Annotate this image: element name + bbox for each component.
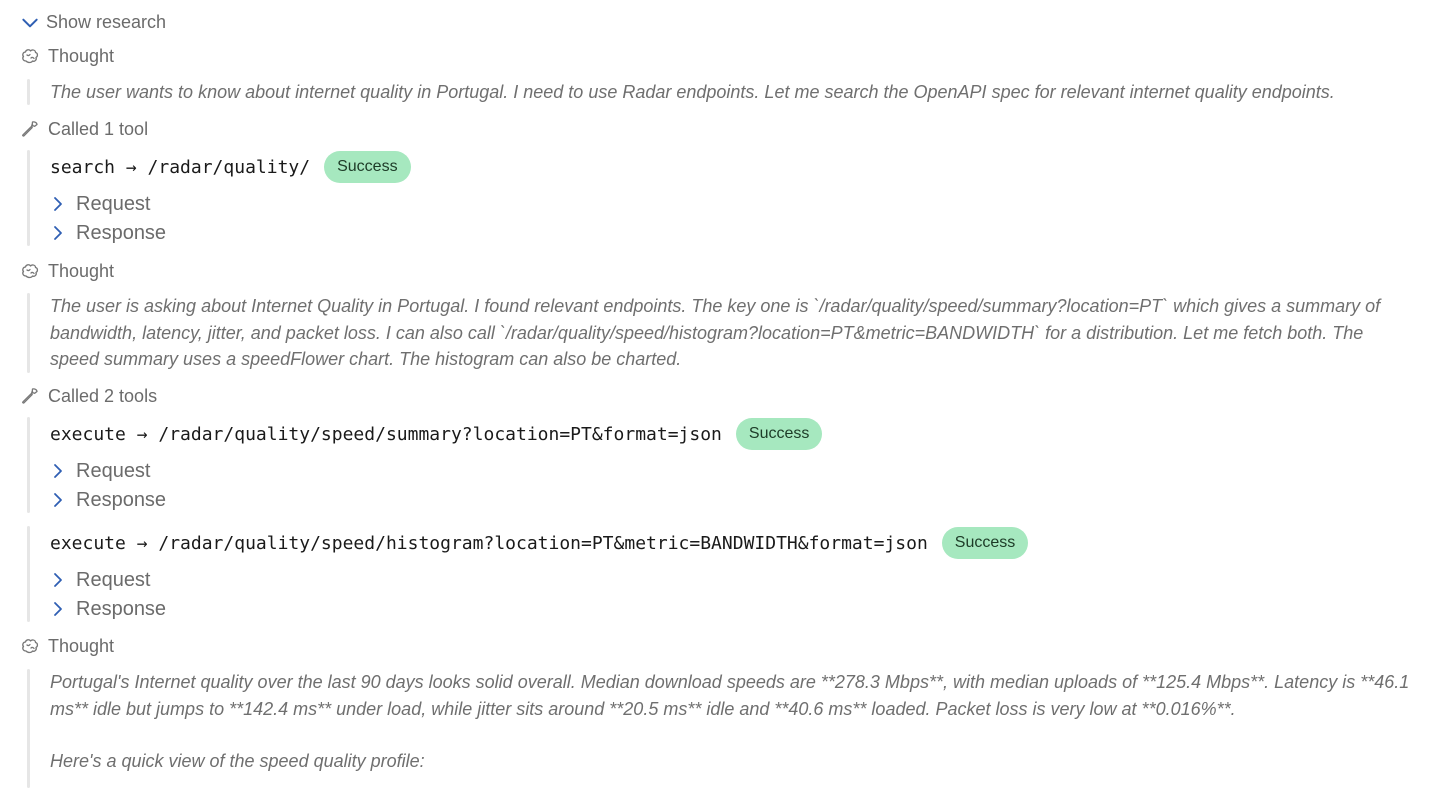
response-toggle[interactable]: Response <box>50 221 166 245</box>
thought-header: Thought <box>20 44 114 68</box>
request-toggle[interactable]: Request <box>50 459 151 483</box>
response-label: Response <box>76 488 167 511</box>
response-label: Response <box>76 221 167 244</box>
chevron-right-icon <box>50 223 66 243</box>
request-label: Request <box>76 459 151 482</box>
thought-text-followup: Here's a quick view of the speed quality… <box>50 751 425 771</box>
wrench-icon <box>20 386 40 406</box>
tools-header: Called 1 tool <box>20 117 148 141</box>
response-toggle[interactable]: Response <box>50 488 166 512</box>
tool-bar <box>27 150 30 246</box>
status-badge: Success <box>735 418 823 450</box>
tools-label: Called 2 tools <box>48 385 158 406</box>
status-badge: Success <box>324 151 411 183</box>
chevron-right-icon <box>50 599 66 619</box>
thought-label: Thought <box>48 45 115 66</box>
thought-bar <box>27 79 30 105</box>
chevron-down-icon <box>20 13 38 31</box>
show-research-label: Show research <box>46 11 167 32</box>
thought-bar <box>27 669 30 788</box>
thought-label: Thought <box>48 635 115 656</box>
tool-call: search → /radar/quality/ Success <box>50 151 411 183</box>
wrench-icon <box>20 119 40 139</box>
tool-bar <box>27 417 30 513</box>
request-toggle[interactable]: Request <box>50 568 151 592</box>
request-label: Request <box>76 192 151 215</box>
tools-label: Called 1 tool <box>48 118 149 139</box>
show-research-toggle[interactable]: Show research <box>20 10 166 34</box>
thought-bar <box>27 293 30 373</box>
thought-text: The user wants to know about internet qu… <box>50 82 1335 102</box>
brain-icon <box>20 636 40 656</box>
chevron-right-icon <box>50 490 66 510</box>
response-toggle[interactable]: Response <box>50 597 166 621</box>
thought-text: The user is asking about Internet Qualit… <box>50 296 1381 369</box>
request-label: Request <box>76 568 151 591</box>
tools-header: Called 2 tools <box>20 384 157 408</box>
tool-command: search → /radar/quality/ <box>50 156 311 178</box>
chevron-right-icon <box>50 570 66 590</box>
brain-icon <box>20 46 40 66</box>
thought-header: Thought <box>20 634 114 658</box>
response-label: Response <box>76 597 167 620</box>
tool-call: execute → /radar/quality/speed/summary?l… <box>50 418 823 450</box>
thought-header: Thought <box>20 259 114 283</box>
tool-command: execute → /radar/quality/speed/summary?l… <box>50 423 722 445</box>
tool-bar <box>27 526 30 622</box>
thought-label: Thought <box>48 260 115 281</box>
request-toggle[interactable]: Request <box>50 192 151 216</box>
chevron-right-icon <box>50 461 66 481</box>
tool-call: execute → /radar/quality/speed/histogram… <box>50 527 1029 559</box>
thought-text: Portugal's Internet quality over the las… <box>50 672 1410 719</box>
status-badge: Success <box>941 527 1029 559</box>
tool-command: execute → /radar/quality/speed/histogram… <box>50 532 928 554</box>
brain-icon <box>20 261 40 281</box>
chevron-right-icon <box>50 194 66 214</box>
